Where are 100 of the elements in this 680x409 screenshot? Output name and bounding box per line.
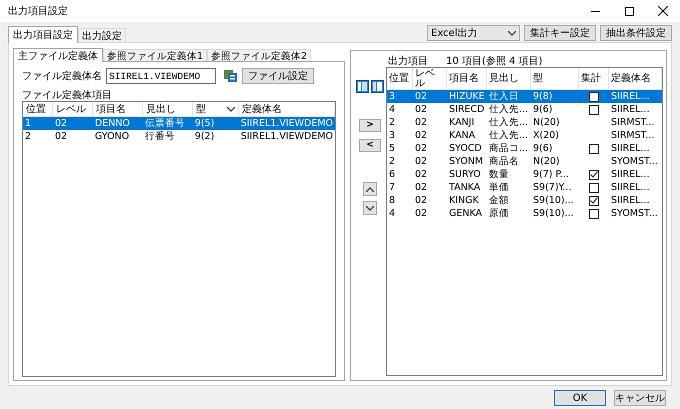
column-header[interactable]: 位置 [23, 102, 53, 116]
dialog-button[interactable]: OK [554, 390, 606, 406]
table-cell-text: 2 [388, 155, 396, 168]
table-cell-text: 02 [414, 129, 428, 142]
column-header[interactable]: 見出し [487, 68, 531, 89]
tab[interactable]: 主ファイル定義体 [13, 48, 103, 62]
checkbox[interactable] [589, 104, 599, 114]
dialog-button[interactable]: キャンセル [614, 390, 666, 406]
column-layout-button[interactable] [371, 80, 384, 93]
table-cell-text: 9(2) [194, 130, 216, 143]
table-row[interactable]: 5 02 SYOCD 商品コ... 9(6) SIIREL... [387, 142, 662, 155]
chevron-up-icon [366, 186, 374, 192]
table-row[interactable]: 4 02 GENKA 原価 S9(10)... SYOMST... [387, 207, 662, 220]
column-header[interactable]: 定義体名 [609, 68, 662, 89]
table-cell-text: S9(7)Y... [532, 181, 572, 194]
tab[interactable]: 参照ファイル定義体2 [207, 49, 312, 61]
table-row[interactable]: 2 02 KANJI 仕入先... N(20) SIRMST... [387, 116, 662, 129]
checkbox[interactable] [589, 144, 599, 154]
column-header[interactable]: 位置 [387, 68, 413, 89]
toolbar-button[interactable]: 抽出条件設定 [600, 25, 672, 41]
table-cell-text: 伝票番号 [144, 117, 186, 130]
checkbox[interactable] [589, 182, 599, 192]
table-cell-text: 7 [388, 181, 396, 194]
table-row[interactable]: 4 02 SIRECD 仕入先... 9(6) SIIREL... [387, 103, 662, 116]
table-row[interactable]: 3 02 KANA 仕入先... X(20) SIRMST... [387, 129, 662, 142]
table-cell-text: 商品名 [488, 155, 520, 168]
column-header[interactable]: 集計 [579, 68, 609, 89]
column-header[interactable]: 型 [193, 102, 239, 116]
column-header[interactable]: 項目名 [93, 102, 143, 116]
table-icon [224, 70, 236, 82]
column-header[interactable]: 型 [531, 68, 579, 89]
column-header[interactable]: 見出し [143, 102, 193, 116]
table-cell-text: 金額 [488, 194, 510, 207]
table-cell-text: N(20) [532, 155, 561, 168]
chevron-down-icon [508, 30, 516, 36]
table-cell-text: 1 [24, 117, 32, 130]
table-cell-text: 9(6) [532, 103, 554, 116]
table-cell-text: 02 [414, 168, 428, 181]
output-select[interactable]: Excel出力 [427, 25, 520, 41]
chevron-down-icon [366, 206, 374, 210]
table-cell-text: 3 [388, 129, 396, 142]
file-name-field[interactable]: SIIREL1.VIEWDEMO [106, 68, 216, 84]
table-cell-text: 5 [388, 142, 396, 155]
tab[interactable]: 出力項目設定 [8, 26, 78, 43]
toolbar-button[interactable]: 集計キー設定 [524, 25, 596, 41]
table-cell-text: 単価 [488, 181, 510, 194]
column-header[interactable]: 項目名 [447, 68, 487, 89]
table-cell-text: N(20) [532, 116, 561, 129]
table-cell-text: 仕入先... [488, 129, 530, 142]
table-cell-text: KANJI [448, 116, 476, 129]
checkbox[interactable] [589, 92, 599, 102]
table-cell-text: 原価 [488, 207, 510, 220]
table-cell-text: 9(6) [532, 142, 554, 155]
file-settings-button[interactable]: ファイル設定 [242, 68, 314, 84]
table-cell-text: S9(10)... [532, 194, 575, 207]
move-down-button[interactable] [363, 201, 377, 215]
table-cell-text: SIIREL... [610, 142, 651, 155]
table-row[interactable]: 6 02 SURYO 数量 9(7) P... SIIREL... [387, 168, 662, 181]
table-row[interactable]: 8 02 KINGK 金額 S9(10)... SIIREL... [387, 194, 662, 207]
file-browse-button[interactable] [222, 68, 238, 84]
table-cell-text: SIIREL... [610, 103, 651, 116]
table-cell-text: SYOMST... [610, 155, 659, 168]
move-button[interactable]: < [359, 139, 381, 152]
tab[interactable]: 参照ファイル定義体1 [103, 49, 208, 61]
table-cell-text: X(20) [532, 129, 560, 142]
table-cell-text: 9(5) [194, 117, 216, 130]
table-row[interactable]: 1 02 DENNO 伝票番号 9(5) SIIREL1.VIEWDEMO [23, 117, 335, 130]
file-name-label: ファイル定義体名 [22, 70, 102, 84]
table-cell-text: S9(10)... [532, 207, 575, 220]
table-row[interactable]: 2 02 GYONO 行番号 9(2) SIIREL1.VIEWDEMO [23, 130, 335, 143]
table-row[interactable]: 2 02 SYONM 商品名 N(20) SYOMST... [387, 155, 662, 168]
table-cell-text: 9(7) P... [532, 168, 570, 181]
table-cell-text: SYOMST... [610, 207, 659, 220]
table-cell-text: 02 [414, 181, 428, 194]
checkbox[interactable] [589, 170, 599, 180]
table-cell-text: 8 [388, 194, 396, 207]
table-cell-text: SIRECD [448, 103, 486, 116]
column-header[interactable]: レベル [53, 102, 93, 116]
table-cell-text: SIIREL... [610, 181, 651, 194]
table-cell-text: 仕入先... [488, 103, 530, 116]
move-button[interactable]: > [359, 119, 381, 132]
table-cell-text: 4 [388, 103, 396, 116]
table-cell-text: SIRMST... [610, 116, 656, 129]
column-header[interactable]: 定義体名 [239, 102, 335, 116]
checkbox[interactable] [589, 196, 599, 206]
checkbox[interactable] [589, 208, 599, 218]
table-cell-text: 行番号 [144, 130, 176, 143]
tab[interactable]: 出力設定 [78, 28, 126, 42]
column-header[interactable]: レベル [413, 68, 447, 89]
table-cell-text: 仕入先... [488, 116, 530, 129]
move-up-button[interactable] [363, 182, 377, 196]
column-layout-button[interactable] [356, 80, 369, 93]
table-cell-text: 02 [414, 142, 428, 155]
table-row[interactable]: 3 02 HIZUKE 仕入日 9(8) SIIREL... [387, 90, 662, 103]
table-row[interactable]: 7 02 TANKA 単価 S9(7)Y... SIIREL... [387, 181, 662, 194]
output-items-label: 出力項目 [388, 54, 428, 67]
table-cell-text: 4 [388, 207, 396, 220]
table-cell-text: 02 [54, 130, 68, 143]
table-cell-text: TANKA [448, 181, 482, 194]
table-cell-text: SIRMST... [610, 129, 656, 142]
